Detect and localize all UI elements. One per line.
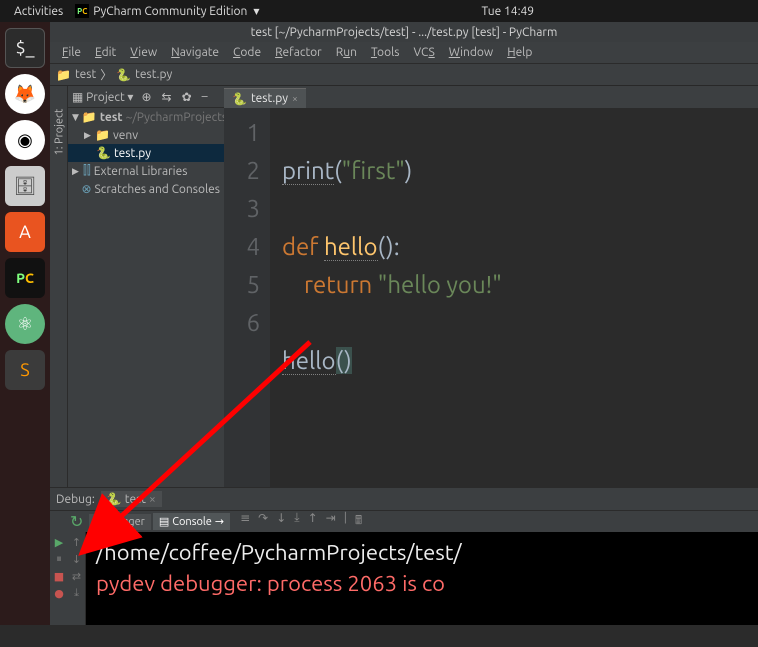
menu-edit[interactable]: Edit [89,44,122,61]
up-icon[interactable]: ↑ [72,536,81,549]
editor-tab-label: test.py [251,92,288,105]
software-icon[interactable]: A [5,212,45,252]
line-gutter: 1 2 3 4 5 6 [224,108,270,487]
tree-venv[interactable]: ▶📁 venv [68,126,224,144]
breadcrumb: 📁 test 〉 🐍 test.py [50,64,758,86]
python-icon: 🐍 [116,68,131,82]
chrome-icon[interactable]: ◉ [5,120,45,160]
sublime-icon[interactable]: S [5,350,45,390]
tree-scratches[interactable]: ⊗ Scratches and Consoles [68,180,224,198]
project-view-label[interactable]: ▦ Project ▾ [72,90,133,104]
evaluate-icon[interactable]: 🖩 [353,511,364,532]
project-tool-tab[interactable]: 1: Project [53,109,65,156]
stop-icon[interactable]: ■ [54,570,64,583]
chevron-right-icon: 〉 [100,66,112,83]
step-out-icon[interactable]: ↑ [306,511,320,532]
app-menu-label: PyCharm Community Edition [93,5,247,18]
menu-refactor[interactable]: Refactor [269,44,328,61]
debug-config-tab[interactable]: 🐍test × [101,491,162,507]
debug-title: Debug: [56,493,95,506]
scroll-from-source-icon[interactable]: ⊕ [139,90,153,104]
project-toolbar: ▦ Project ▾ ⊕ ⇆ ✿ – [68,86,224,108]
debugger-tab[interactable]: Debugger [89,514,150,530]
menu-file[interactable]: File [56,44,87,61]
step-into-my-icon[interactable]: ⤓ [292,511,301,532]
atom-icon[interactable]: ⚛ [5,304,45,344]
tree-root[interactable]: ▼📁 test ~/PycharmProjects [68,108,224,126]
menu-code[interactable]: Code [227,44,267,61]
crumb-file[interactable]: test.py [135,68,172,81]
activities-button[interactable]: Activities [8,5,69,18]
rerun-icon[interactable]: ↻ [66,512,87,531]
menu-run[interactable]: Run [330,44,363,61]
chevron-down-icon: ▼ [253,7,259,16]
down-icon[interactable]: ↓ [72,553,81,566]
show-exec-point-icon[interactable]: ≡ [238,511,252,532]
crumb-folder[interactable]: test [75,68,96,81]
firefox-icon[interactable]: 🦊 [5,74,45,114]
pycharm-icon: PC [75,4,89,18]
resume-icon[interactable]: ▶ [55,536,63,549]
console-side-buttons: ↑ ↓ ⇄ ⤓ [68,532,86,625]
code-area[interactable]: print("first") def hello(): return "hell… [270,108,758,487]
folder-icon: 📁 [56,68,71,82]
window-title: test [~/PycharmProjects/test] - .../test… [50,22,758,42]
view-breakpoints-icon[interactable]: ● [54,587,64,600]
pause-icon[interactable]: ⏸ [56,553,62,566]
hide-icon[interactable]: – [200,90,210,103]
menu-vcs[interactable]: VCS [407,44,440,61]
app-menu[interactable]: PC PyCharm Community Edition ▼ [69,4,265,18]
tree-test-py[interactable]: 🐍 test.py [68,144,224,162]
editor-tab-test-py[interactable]: 🐍 test.py × [224,88,306,108]
debug-side-buttons: ▶ ⏸ ■ ● [50,532,68,625]
soft-wrap-icon[interactable]: ⇄ [72,570,81,583]
editor[interactable]: 1 2 3 4 5 6 print("first") def hello(): … [224,108,758,487]
menu-tools[interactable]: Tools [365,44,406,61]
console-output[interactable]: /home/coffee/PycharmProjects/test/ pydev… [86,532,758,625]
editor-tabs: 🐍 test.py × [224,86,758,108]
close-tab-icon[interactable]: × [292,93,298,104]
scroll-end-icon[interactable]: ⤓ [74,587,79,600]
terminal-icon[interactable]: $_ [5,28,45,68]
settings-icon[interactable]: ✿ [180,90,194,104]
python-icon: 🐍 [232,92,247,106]
step-toolbar: ≡ ↷ ↓ ⤓ ↑ ⇥ | 🖩 [232,511,364,532]
clock[interactable]: Tue 14:49 [475,5,540,18]
menu-bar: File Edit View Navigate Code Refactor Ru… [50,42,758,64]
pycharm-dock-icon[interactable]: PC [5,258,45,298]
step-over-icon[interactable]: ↷ [256,511,270,532]
files-icon[interactable]: 🗄 [5,166,45,206]
step-into-icon[interactable]: ↓ [274,511,288,532]
project-tree: ▼📁 test ~/PycharmProjects ▶📁 venv 🐍 test… [68,108,224,487]
dock: $_ 🦊 ◉ 🗄 A PC ⚛ S [0,22,50,625]
debug-panel: Debug: 🐍test × ↻ Debugger ▤ Console → ≡ … [50,487,758,625]
tree-external-libraries[interactable]: ▶⫿⫿ External Libraries [68,162,224,180]
menu-view[interactable]: View [124,44,163,61]
tool-window-bar-left: 1: Project [50,86,68,487]
menu-help[interactable]: Help [501,44,538,61]
console-tab[interactable]: ▤ Console → [153,513,230,530]
run-to-cursor-icon[interactable]: ⇥ [324,511,338,532]
menu-window[interactable]: Window [443,44,499,61]
menu-navigate[interactable]: Navigate [165,44,225,61]
collapse-all-icon[interactable]: ⇆ [160,90,174,104]
